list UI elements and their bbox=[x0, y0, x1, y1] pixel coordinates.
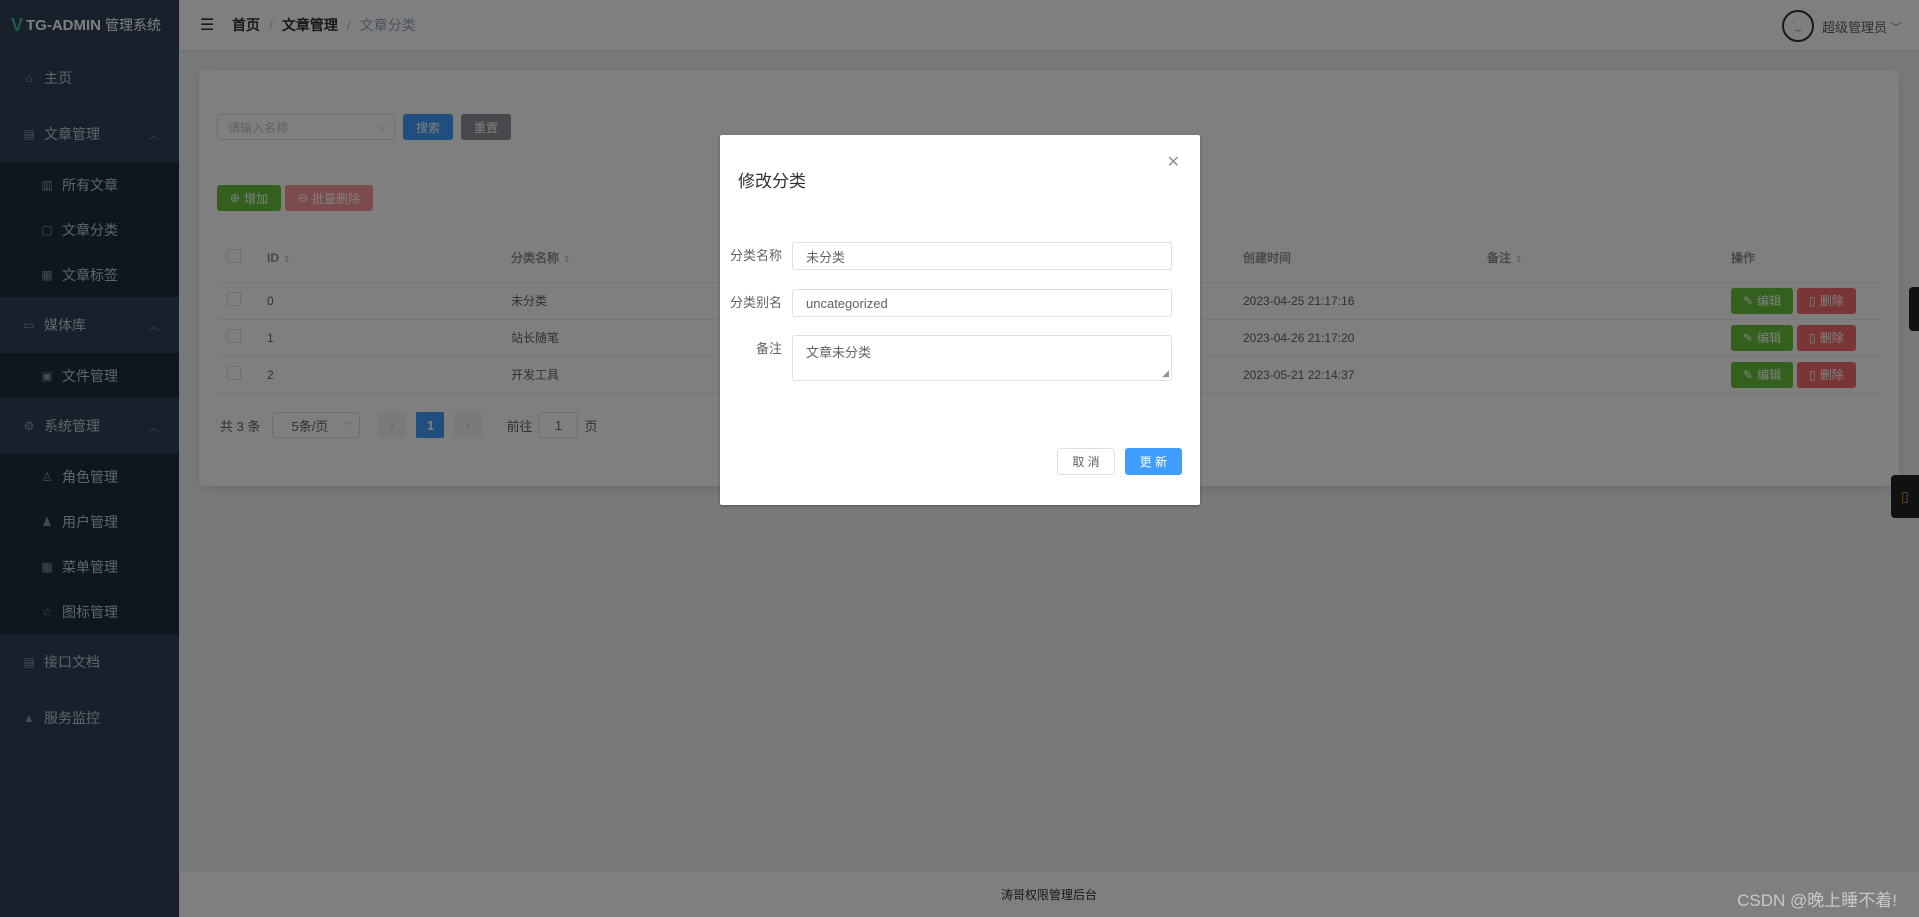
field-label-alias: 分类别名 bbox=[729, 295, 782, 310]
form-row-name: 分类名称 未分类 bbox=[720, 242, 1172, 270]
field-label-remark: 备注 bbox=[755, 341, 782, 356]
edit-category-dialog: 修改分类 ✕ 分类名称 未分类 分类别名 uncategorized 备注 文章… bbox=[720, 135, 1200, 505]
remark-value: 文章未分类 bbox=[806, 345, 872, 360]
close-icon[interactable]: ✕ bbox=[1167, 152, 1180, 172]
form-row-remark: 备注 文章未分类 ◢ bbox=[720, 335, 1172, 381]
cancel-button[interactable]: 取 消 bbox=[1057, 448, 1115, 475]
category-name-input[interactable]: 未分类 bbox=[792, 242, 1172, 270]
watermark: CSDN @晚上睡不着! bbox=[1737, 891, 1897, 910]
category-alias-input[interactable]: uncategorized bbox=[792, 289, 1172, 317]
resize-grip-icon[interactable]: ◢ bbox=[1162, 368, 1169, 379]
dialog-title: 修改分类 bbox=[738, 172, 806, 191]
dialog-footer: 取 消 更 新 bbox=[1057, 448, 1182, 475]
form-row-alias: 分类别名 uncategorized bbox=[720, 289, 1172, 317]
update-button[interactable]: 更 新 bbox=[1124, 448, 1182, 475]
remark-textarea[interactable]: 文章未分类 ◢ bbox=[792, 335, 1172, 381]
field-label-name: 分类名称 bbox=[729, 248, 782, 263]
